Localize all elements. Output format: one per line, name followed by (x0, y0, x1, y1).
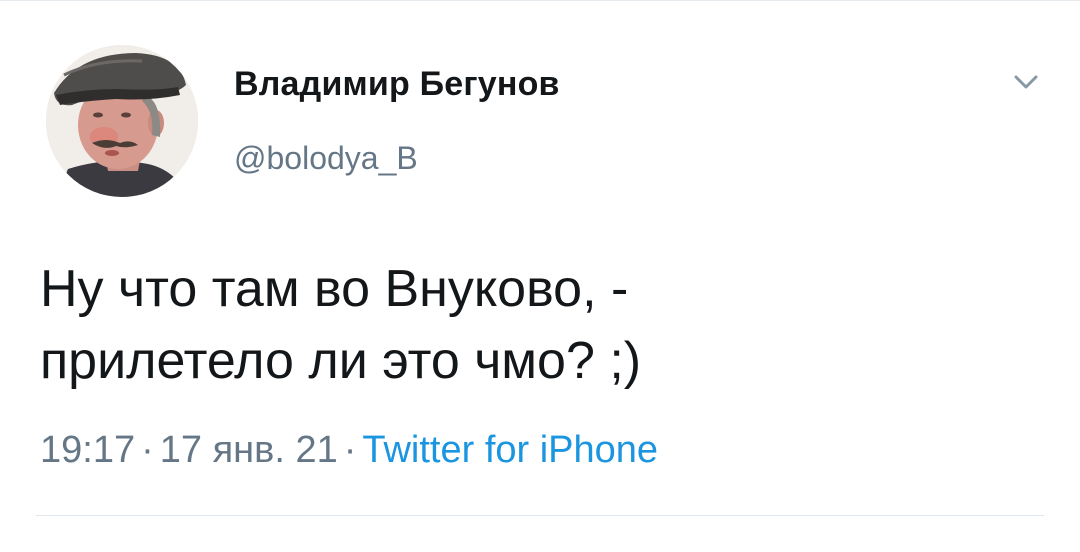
tweet-text-line: Ну что там во Внуково, - (40, 260, 629, 318)
tweet-time[interactable]: 19:17 (40, 429, 135, 471)
tweet-menu-button[interactable] (1004, 63, 1048, 103)
tweet-date[interactable]: 17 янв. 21 (160, 429, 338, 471)
tweet-text: Ну что там во Внуково, - прилетело ли эт… (40, 253, 1040, 397)
chevron-down-icon (1014, 75, 1038, 89)
meta-separator: · (141, 429, 154, 471)
tweet-meta: 19:17 · 17 янв. 21 · Twitter for iPhone (40, 429, 658, 472)
meta-separator: · (343, 429, 357, 471)
author-handle[interactable]: @bolodya_B (234, 140, 418, 177)
tweet-card: Владимир Бегунов @bolodya_B Ну что там в… (0, 0, 1080, 552)
avatar[interactable] (46, 45, 198, 197)
tweet-text-line: прилетело ли это чмо? ;) (40, 332, 642, 390)
tweet-source-link[interactable]: Twitter for iPhone (362, 429, 658, 471)
author-display-name[interactable]: Владимир Бегунов (234, 65, 560, 104)
avatar-image (46, 45, 198, 197)
divider (36, 515, 1044, 516)
